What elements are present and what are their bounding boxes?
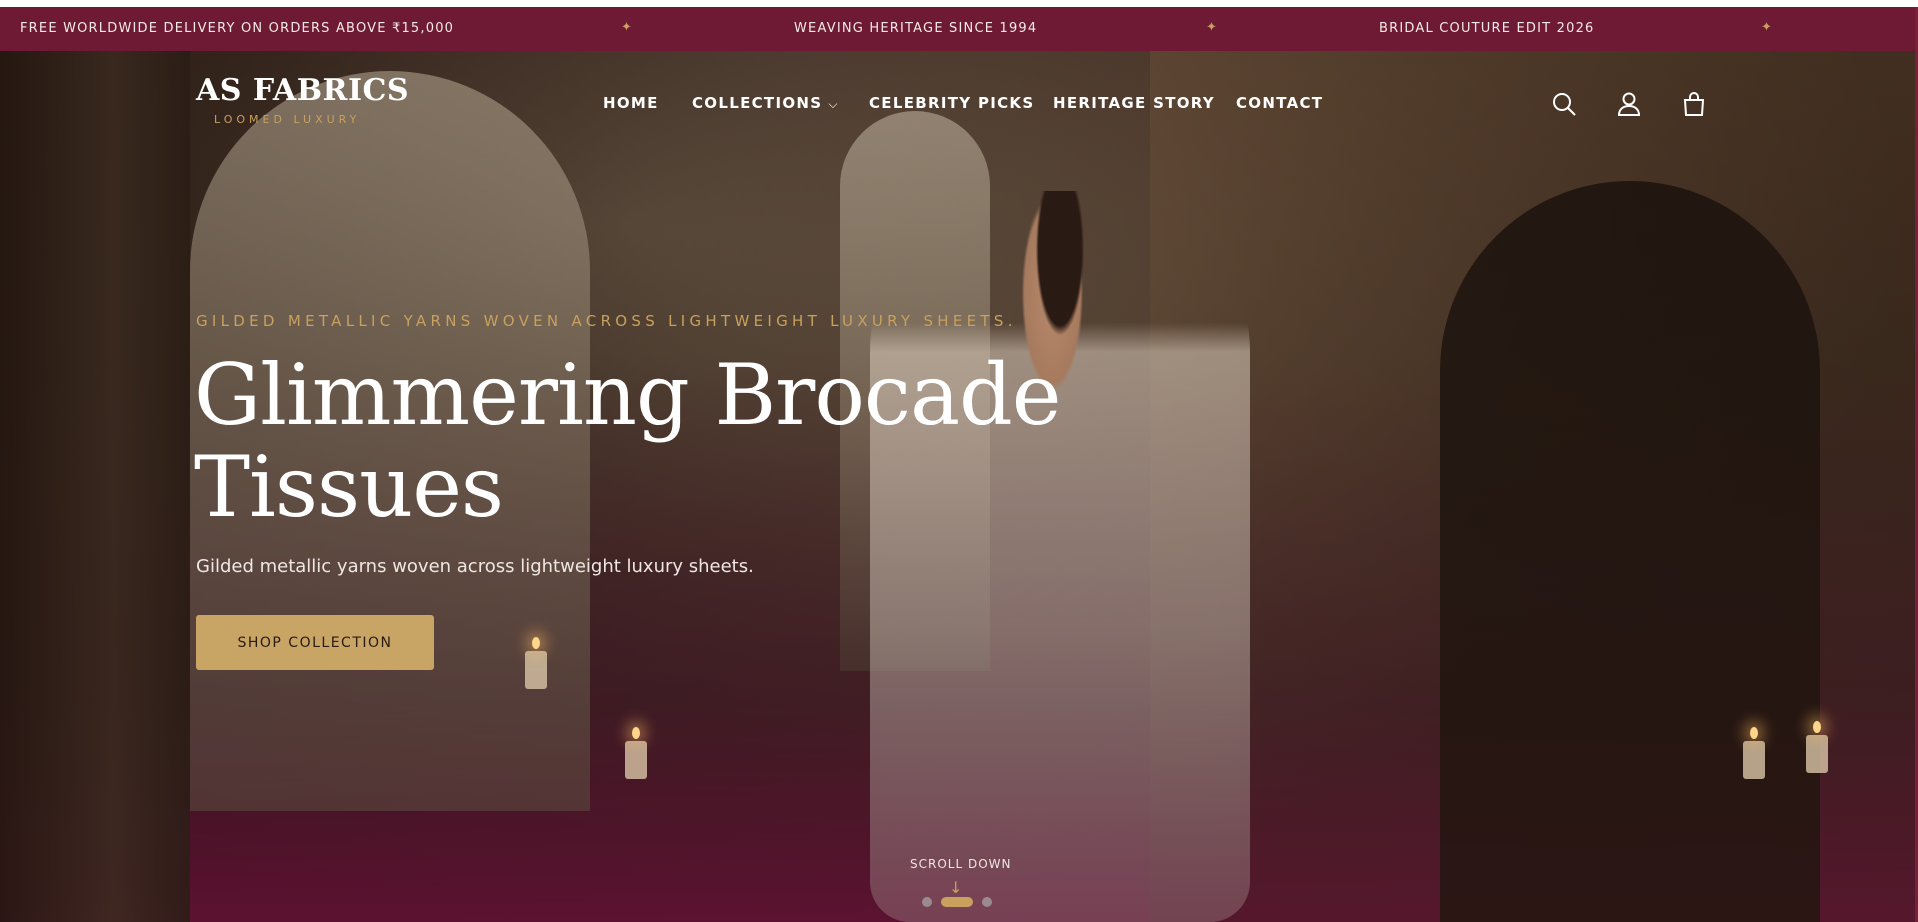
- announcement-message: BRIDAL COUTURE EDIT 2026: [1379, 21, 1595, 36]
- candle-flame: [1813, 721, 1821, 733]
- brand-tagline: LOOMED LUXURY: [214, 113, 361, 126]
- sparkle-icon: ✦: [1761, 20, 1774, 35]
- candle-decoration: [1743, 741, 1765, 779]
- hero-eyebrow: GILDED METALLIC YARNS WOVEN ACROSS LIGHT…: [196, 312, 1017, 330]
- slider-dot[interactable]: [922, 897, 932, 907]
- nav-item-home[interactable]: HOME: [603, 94, 659, 112]
- hero-headline-line: Glimmering Brocade: [194, 346, 1062, 444]
- hero-headline: Glimmering Brocade Tissues: [194, 349, 1094, 533]
- nav-item-label: COLLECTIONS: [692, 94, 823, 112]
- arrow-down-icon[interactable]: ↓: [949, 878, 962, 897]
- hero-model-image: [870, 191, 1250, 922]
- nav-item-heritage-story[interactable]: HERITAGE STORY: [1053, 94, 1215, 112]
- hero-background-pillar: [0, 51, 190, 922]
- nav-item-label: HOME: [603, 94, 659, 112]
- nav-item-label: HERITAGE STORY: [1053, 94, 1215, 112]
- candle-decoration: [625, 741, 647, 779]
- scroll-down-label[interactable]: SCROLL DOWN: [910, 857, 1012, 871]
- nav-item-label: CONTACT: [1236, 94, 1324, 112]
- nav-item-celebrity-picks[interactable]: CELEBRITY PICKS: [869, 94, 1034, 112]
- sparkle-icon: ✦: [1206, 20, 1219, 35]
- candle-flame: [1750, 727, 1758, 739]
- nav-item-contact[interactable]: CONTACT: [1236, 94, 1323, 112]
- hero-headline-line: Tissues: [194, 438, 504, 536]
- hero-subline: Gilded metallic yarns woven across light…: [196, 556, 754, 577]
- slider-dot[interactable]: [982, 897, 992, 907]
- nav-item-collections[interactable]: COLLECTIONS ⌵: [692, 94, 839, 112]
- chevron-down-icon: ⌵: [828, 97, 839, 111]
- page: FREE WORLDWIDE DELIVERY ON ORDERS ABOVE …: [0, 7, 1918, 922]
- candle-decoration: [525, 651, 547, 689]
- shop-collection-button[interactable]: SHOP COLLECTION: [196, 615, 434, 670]
- slider-dot-active[interactable]: [941, 897, 973, 907]
- hero-section: AS FABRICS LOOMED LUXURY HOME COLLECTION…: [0, 51, 1915, 922]
- hero-background-archway: [1440, 181, 1820, 922]
- shopping-bag-icon[interactable]: [1681, 91, 1707, 117]
- announcement-message: FREE WORLDWIDE DELIVERY ON ORDERS ABOVE …: [20, 21, 455, 36]
- nav-item-label: CELEBRITY PICKS: [869, 94, 1035, 112]
- brand-logo[interactable]: AS FABRICS: [196, 73, 409, 108]
- search-icon[interactable]: [1551, 91, 1577, 117]
- announcement-message: WEAVING HERITAGE SINCE 1994: [794, 21, 1038, 36]
- sparkle-icon: ✦: [621, 20, 634, 35]
- announcement-bar: FREE WORLDWIDE DELIVERY ON ORDERS ABOVE …: [0, 7, 1915, 51]
- user-icon[interactable]: [1616, 91, 1642, 117]
- candle-decoration: [1806, 735, 1828, 773]
- candle-flame: [532, 637, 540, 649]
- candle-flame: [632, 727, 640, 739]
